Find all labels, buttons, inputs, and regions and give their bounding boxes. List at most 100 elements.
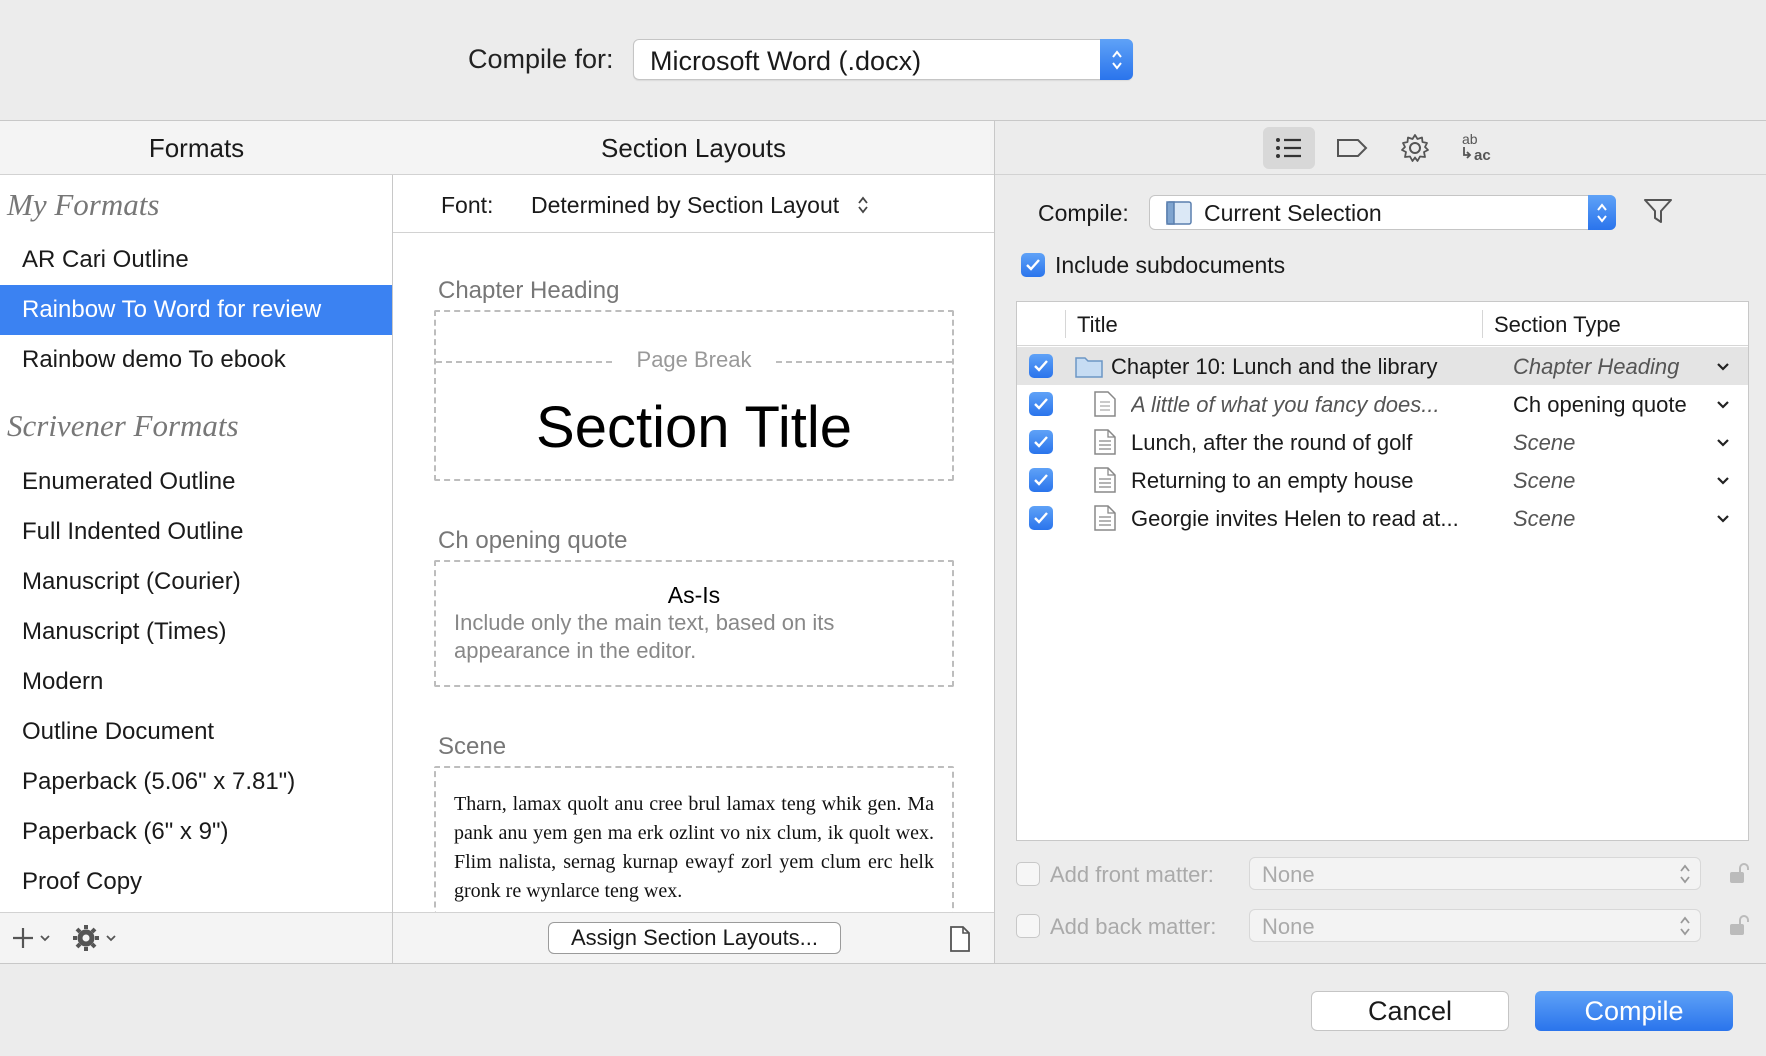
font-label: Font: bbox=[441, 192, 494, 218]
include-row-checkbox[interactable] bbox=[1029, 430, 1053, 454]
add-front-matter-label: Add front matter: bbox=[1050, 862, 1214, 887]
outline-header: Title Section Type bbox=[1017, 302, 1748, 346]
format-item[interactable]: Proof Copy bbox=[0, 857, 392, 907]
column-separator bbox=[1482, 310, 1483, 338]
outline-row[interactable]: Georgie invites Helen to read at... Scen… bbox=[1017, 499, 1748, 537]
format-item[interactable]: Outline Document bbox=[0, 707, 392, 757]
row-section-type[interactable]: Chapter Heading bbox=[1513, 354, 1679, 380]
folder-icon bbox=[1075, 357, 1103, 378]
layout-preview-ch-opening-quote[interactable]: As-Is Include only the main text, based … bbox=[434, 560, 954, 687]
include-subdocuments-label: Include subdocuments bbox=[1055, 252, 1286, 278]
back-matter-value: None bbox=[1262, 914, 1315, 939]
chevron-down-icon[interactable] bbox=[1715, 475, 1731, 487]
outline-row[interactable]: Returning to an empty house Scene bbox=[1017, 461, 1748, 499]
settings-tab[interactable] bbox=[1389, 127, 1441, 169]
lock-icon[interactable] bbox=[1728, 914, 1750, 938]
row-title: Georgie invites Helen to read at... bbox=[1131, 506, 1459, 531]
column-header-title[interactable]: Title bbox=[1077, 312, 1118, 338]
row-title: A little of what you fancy does... bbox=[1131, 392, 1440, 417]
assign-section-layouts-button[interactable]: Assign Section Layouts... bbox=[548, 922, 841, 954]
up-down-chevron-icon bbox=[857, 196, 868, 214]
format-item[interactable]: Paperback (6" x 9") bbox=[0, 807, 392, 857]
layout-label-ch-opening-quote: Ch opening quote bbox=[438, 527, 628, 554]
up-down-chevron-icon bbox=[1680, 916, 1690, 936]
replacements-tab[interactable]: ab ac bbox=[1452, 127, 1504, 169]
format-item[interactable]: Full Indented Outline bbox=[0, 507, 392, 557]
format-item[interactable]: Enumerated Outline bbox=[0, 457, 392, 507]
font-popup[interactable]: Determined by Section Layout bbox=[531, 192, 870, 219]
layout-preview-chapter-heading[interactable]: Page Break Section Title bbox=[434, 310, 954, 481]
page-settings-button[interactable] bbox=[949, 925, 971, 958]
section-title-sample: Section Title bbox=[536, 395, 852, 460]
contents-tab[interactable] bbox=[1263, 127, 1315, 169]
chevron-down-icon[interactable] bbox=[1715, 361, 1731, 373]
chevron-down-icon[interactable] bbox=[1715, 399, 1731, 411]
row-section-type[interactable]: Scene bbox=[1513, 430, 1575, 456]
section-layouts-header: Section Layouts bbox=[393, 121, 994, 175]
compile-button[interactable]: Compile bbox=[1535, 991, 1733, 1031]
gear-icon bbox=[1401, 134, 1429, 162]
front-matter-select[interactable]: None bbox=[1249, 857, 1701, 890]
front-matter-value: None bbox=[1262, 862, 1315, 887]
outline-row[interactable]: Lunch, after the round of golf Scene bbox=[1017, 423, 1748, 461]
cancel-button[interactable]: Cancel bbox=[1311, 991, 1509, 1031]
add-back-matter-label: Add back matter: bbox=[1050, 914, 1217, 939]
chevron-down-icon[interactable] bbox=[1715, 513, 1731, 525]
layout-label-scene: Scene bbox=[438, 733, 507, 760]
formats-footer bbox=[0, 912, 392, 963]
outline-row[interactable]: A little of what you fancy does... Ch op… bbox=[1017, 385, 1748, 423]
format-item[interactable]: Manuscript (Times) bbox=[0, 607, 392, 657]
formats-panel: Formats My Formats AR Cari Outline Rainb… bbox=[0, 121, 393, 963]
options-toolbar: ab ac bbox=[995, 121, 1766, 175]
up-down-chevron-icon bbox=[1680, 864, 1690, 884]
checkmark-icon bbox=[1034, 474, 1048, 486]
row-title: Lunch, after the round of golf bbox=[1131, 430, 1413, 455]
row-section-type[interactable]: Scene bbox=[1513, 506, 1575, 532]
compile-for-select[interactable]: Microsoft Word (.docx) bbox=[633, 39, 1133, 80]
column-header-section-type[interactable]: Section Type bbox=[1494, 312, 1621, 338]
row-section-type[interactable]: Scene bbox=[1513, 468, 1575, 494]
layout-preview-scene[interactable]: Tharn, lamax quolt anu cree brul lamax t… bbox=[434, 766, 954, 912]
metadata-tab[interactable] bbox=[1326, 127, 1378, 169]
format-actions-button[interactable] bbox=[72, 924, 120, 957]
include-row-checkbox[interactable] bbox=[1029, 506, 1053, 530]
compile-contents-outline: Title Section Type Chapter 10: Lunch and… bbox=[1016, 301, 1749, 841]
include-row-checkbox[interactable] bbox=[1029, 468, 1053, 492]
include-subdocuments-checkbox[interactable] bbox=[1021, 253, 1045, 277]
svg-text:ac: ac bbox=[1474, 147, 1491, 164]
document-text-icon bbox=[1094, 429, 1116, 455]
lock-icon[interactable] bbox=[1728, 862, 1750, 886]
layout-label-chapter-heading: Chapter Heading bbox=[438, 277, 620, 304]
document-text-icon bbox=[1094, 467, 1116, 493]
format-item[interactable]: Paperback (5.06" x 7.81") bbox=[0, 757, 392, 807]
row-section-type[interactable]: Ch opening quote bbox=[1513, 392, 1687, 418]
add-format-button[interactable] bbox=[12, 925, 54, 956]
filter-button[interactable] bbox=[1643, 197, 1673, 230]
checkmark-icon bbox=[1026, 259, 1040, 271]
checkmark-icon bbox=[1034, 360, 1048, 372]
replacements-icon: ab ac bbox=[1462, 131, 1491, 164]
checkmark-icon bbox=[1034, 436, 1048, 448]
back-matter-select[interactable]: None bbox=[1249, 909, 1701, 942]
format-item[interactable]: Modern bbox=[0, 657, 392, 707]
format-item[interactable]: Rainbow demo To ebook bbox=[0, 335, 392, 385]
formats-header: Formats bbox=[0, 121, 393, 175]
add-back-matter-checkbox[interactable] bbox=[1016, 914, 1040, 938]
up-down-chevron-icon bbox=[1588, 195, 1616, 230]
add-front-matter-checkbox[interactable] bbox=[1016, 862, 1040, 886]
document-text-icon bbox=[1094, 505, 1116, 531]
include-row-checkbox[interactable] bbox=[1029, 392, 1053, 416]
compile-scope-value: Current Selection bbox=[1204, 200, 1382, 226]
as-is-title: As-Is bbox=[667, 582, 721, 608]
format-item[interactable]: AR Cari Outline bbox=[0, 235, 392, 285]
dialog-button-bar: Cancel Compile bbox=[0, 963, 1766, 1056]
compile-scope-select[interactable]: Current Selection bbox=[1149, 195, 1616, 230]
format-item[interactable]: Manuscript (Courier) bbox=[0, 557, 392, 607]
label-tag-icon bbox=[1337, 139, 1368, 157]
compile-for-bar: Compile for: Microsoft Word (.docx) bbox=[0, 0, 1766, 121]
outline-row[interactable]: Chapter 10: Lunch and the library Chapte… bbox=[1017, 347, 1748, 385]
format-item-selected[interactable]: Rainbow To Word for review bbox=[0, 285, 392, 335]
chevron-down-icon[interactable] bbox=[1715, 437, 1731, 449]
up-down-chevron-icon bbox=[1100, 39, 1133, 80]
include-row-checkbox[interactable] bbox=[1029, 354, 1053, 378]
